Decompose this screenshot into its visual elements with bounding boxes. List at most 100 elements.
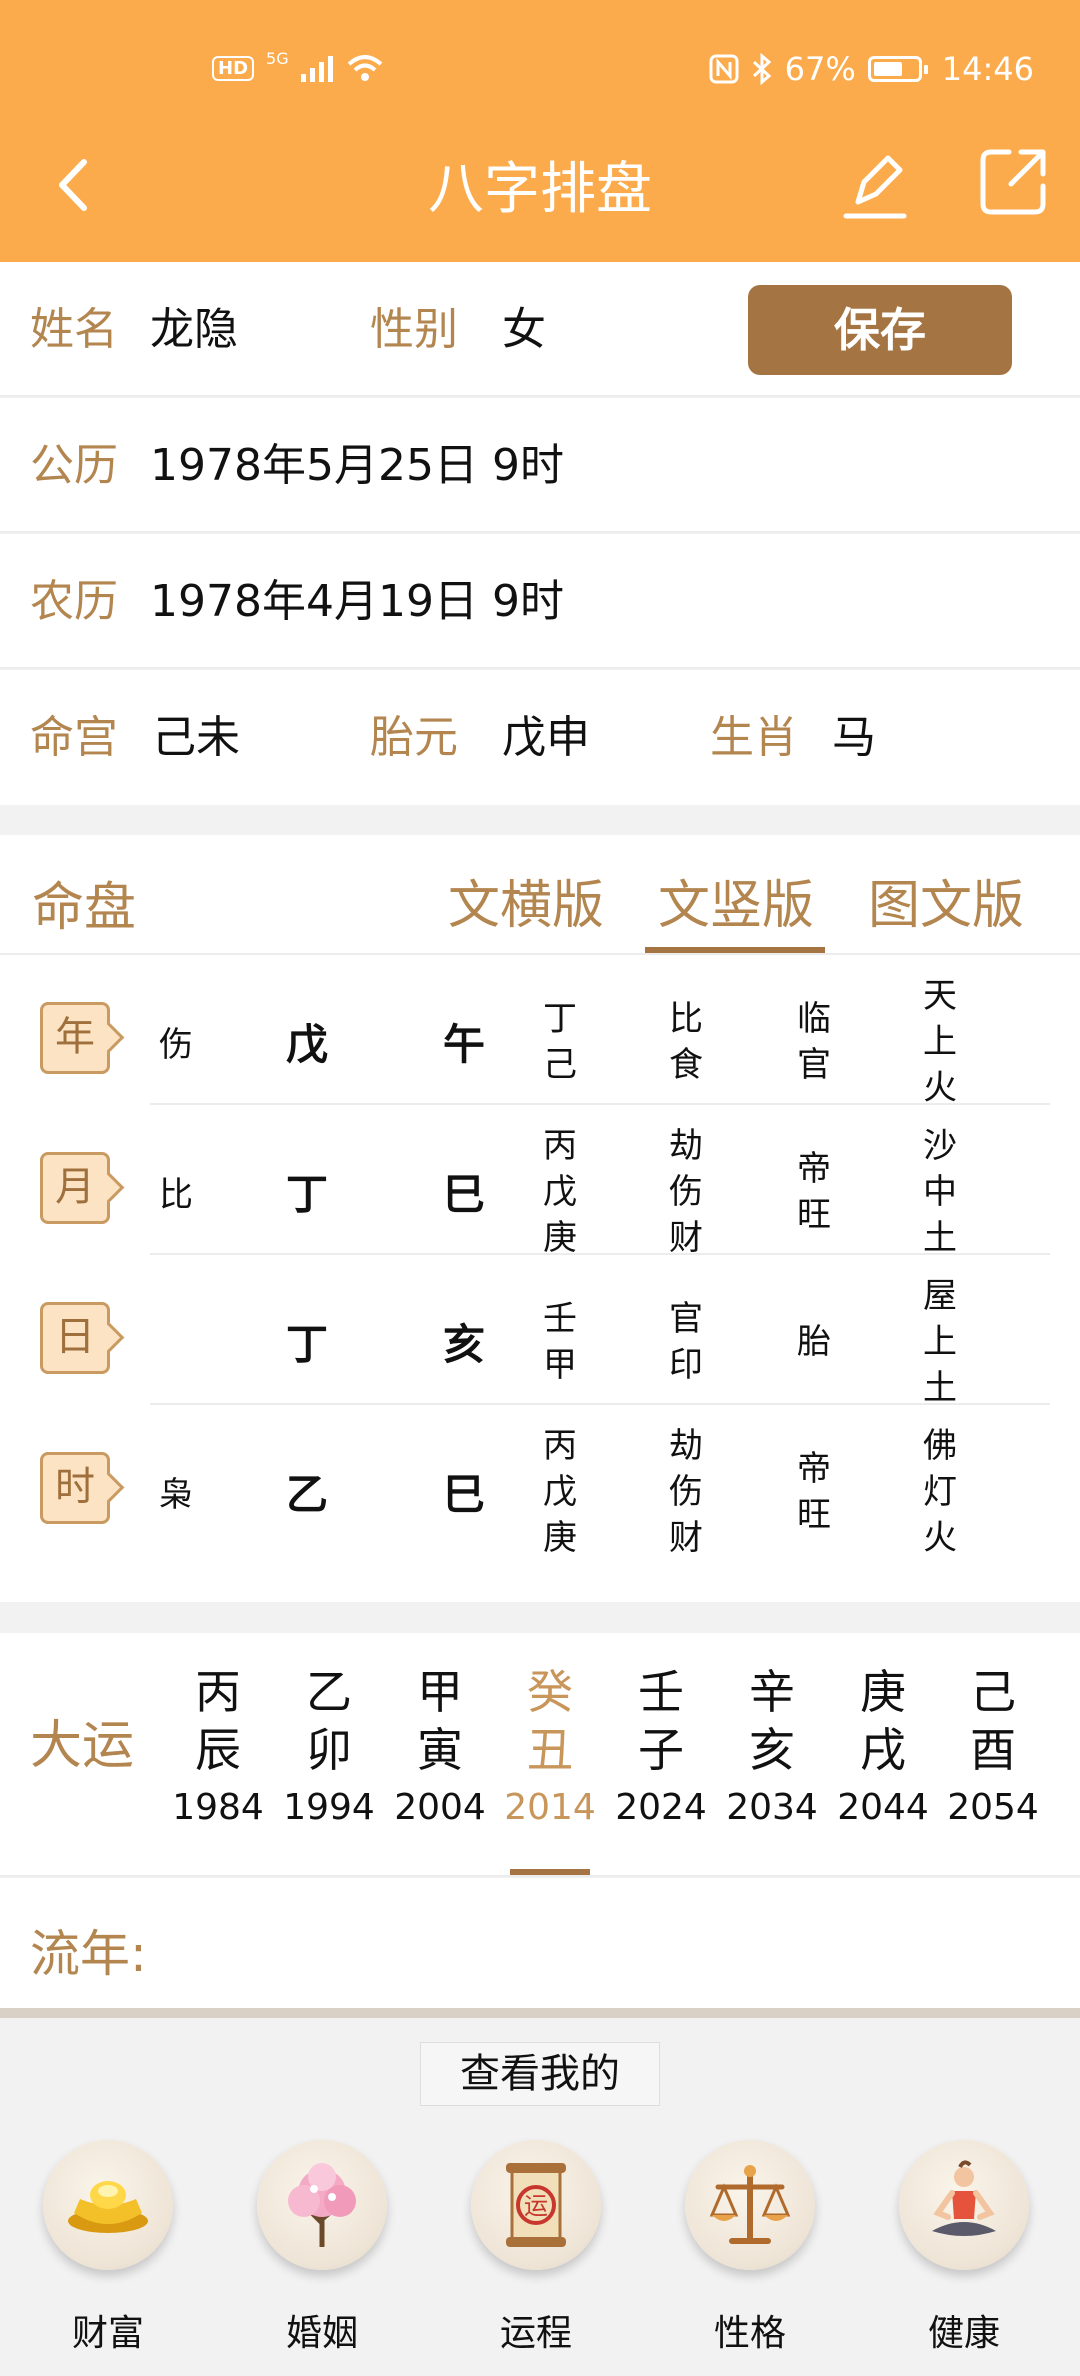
minggong-label: 命宫 (30, 712, 118, 763)
palace-row: 命宫 己未 胎元 戊申 生肖 马 (0, 670, 1080, 805)
dizhi-cell: 巳 (442, 1170, 485, 1219)
bluetooth-icon (752, 53, 771, 85)
nayin-stack: 天上火 (910, 967, 970, 1117)
nayin-char: 屋 (923, 1276, 957, 1316)
dizhi-cell: 亥 (442, 1320, 485, 1369)
dayun-zhi: 子 (638, 1723, 684, 1777)
solar-label: 公历 (30, 440, 118, 491)
dayun-year: 1984 (172, 1787, 264, 1828)
canggan-shishen-stack: 劫伤财 (656, 1117, 716, 1267)
dizhi-cell: 午 (442, 1020, 485, 1069)
canggan-shishen-stack: 劫伤财 (656, 1417, 716, 1567)
feature-character[interactable]: 性格 (680, 2140, 820, 2356)
dayun-item[interactable]: 乙卯 1994 (279, 1663, 379, 1837)
canggan-stack: 丙戊庚 (530, 1417, 590, 1567)
changsheng-char: 帝 (797, 1449, 831, 1489)
dayun-label: 大运 (30, 1716, 135, 1776)
dayun-year: 1994 (283, 1787, 375, 1828)
shengxiao-label: 生肖 (710, 712, 798, 763)
canggan-stack: 丙戊庚 (530, 1117, 590, 1267)
pillar-tag: 时 (40, 1452, 110, 1524)
name-value: 龙隐 (150, 304, 238, 355)
battery-percent: 67% (784, 50, 856, 88)
canggan-shishen-char: 劫 (669, 1426, 703, 1466)
tab-horizontal[interactable]: 文横版 (448, 863, 604, 938)
shengxiao-value: 马 (832, 712, 876, 763)
dayun-zhi: 辰 (195, 1723, 241, 1777)
feature-health[interactable]: 健康 (894, 2140, 1034, 2356)
divider (0, 2008, 1080, 2018)
share-button[interactable] (975, 144, 1051, 220)
dayun-item[interactable]: 辛亥 2034 (722, 1663, 822, 1837)
tiangan-cell: 乙 (285, 1470, 328, 1519)
changsheng-char: 胎 (797, 1322, 831, 1362)
signal-icon (300, 54, 333, 82)
dayun-gan: 壬 (638, 1665, 684, 1719)
feature-wealth[interactable]: 财富 (38, 2140, 178, 2356)
feature-health-label: 健康 (927, 2313, 1000, 2354)
nayin-char: 中 (923, 1172, 957, 1212)
dayun-year: 2044 (837, 1787, 929, 1828)
gold-ingot-icon (43, 2140, 173, 2270)
feature-fortune[interactable]: 运 运程 (466, 2140, 606, 2356)
dayun-zhi: 亥 (749, 1723, 795, 1777)
blossom-tree-icon (257, 2140, 387, 2270)
canggan-stack: 丁己 (530, 967, 590, 1117)
battery-fill (873, 62, 902, 76)
canggan-char: 丁 (543, 999, 577, 1039)
nayin-char: 天 (923, 976, 957, 1016)
mingpan-card: 命盘 文横版 文竖版 图文版 年伤戊午丁己比食临官天上火月比丁巳丙戊庚劫伤财帝旺… (0, 835, 1080, 1602)
solar-row: 公历 1978年5月25日 9时 (0, 398, 1080, 533)
liunian-label: 流年: (30, 1925, 147, 1983)
edit-button[interactable] (838, 142, 918, 222)
shishen-cell: 伤 (159, 1025, 193, 1065)
tab-illustrated[interactable]: 图文版 (868, 863, 1024, 938)
dayun-zhi: 寅 (417, 1723, 463, 1777)
canggan-shishen-char: 官 (669, 1299, 703, 1339)
dayun-item[interactable]: 壬子 2024 (611, 1663, 711, 1837)
dayun-gan: 辛 (749, 1665, 795, 1719)
nayin-char: 佛 (923, 1426, 957, 1466)
tiangan-cell: 丁 (285, 1320, 328, 1369)
changsheng-stack: 帝旺 (784, 1117, 844, 1267)
nayin-char: 灯 (923, 1472, 957, 1512)
canggan-shishen-char: 印 (669, 1345, 703, 1385)
hd-icon: HD (212, 55, 255, 81)
dayun-gan: 癸 (527, 1665, 573, 1719)
taiyuan-label: 胎元 (370, 712, 458, 763)
canggan-shishen-stack: 比食 (656, 967, 716, 1117)
dayun-item[interactable]: 己酉 2054 (943, 1663, 1043, 1837)
dayun-year: 2014 (504, 1787, 596, 1828)
wifi-icon (347, 55, 382, 81)
dayun-year: 2054 (947, 1787, 1039, 1828)
canggan-stack: 壬甲 (530, 1267, 590, 1417)
dayun-item[interactable]: 癸丑 2014 (500, 1663, 600, 1837)
fortune-scroll-icon: 运 (471, 2140, 601, 2270)
dayun-item[interactable]: 庚戌 2044 (833, 1663, 933, 1837)
nayin-char: 上 (923, 1022, 957, 1062)
pillar-row-month: 月比丁巳丙戊庚劫伤财帝旺沙中土 (0, 1105, 1080, 1258)
balance-scale-icon (685, 2140, 815, 2270)
canggan-shishen-char: 比 (669, 999, 703, 1039)
active-tab-indicator (645, 947, 825, 953)
pillar-row-hour: 时 枭 乙 巳 丙戊庚 劫伤财 帝旺 佛灯火 (0, 1405, 1080, 1558)
tiangan-cell: 戊 (285, 1020, 328, 1069)
tab-vertical[interactable]: 文竖版 (658, 863, 814, 938)
shishen-cell: 比 (159, 1175, 193, 1215)
canggan-char: 戊 (543, 1472, 577, 1512)
name-row: 姓名 龙隐 性别 女 保存 (0, 262, 1080, 397)
nayin-char: 沙 (923, 1126, 957, 1166)
canggan-char: 丙 (543, 1426, 577, 1466)
pillar-row-year: 年伤戊午丁己比食临官天上火 (0, 955, 1080, 1108)
dayun-item[interactable]: 丙辰 1984 (168, 1663, 268, 1837)
changsheng-char: 官 (797, 1045, 831, 1085)
feature-marriage[interactable]: 婚姻 (252, 2140, 392, 2356)
bottom-panel: 查看我的 财富 婚姻 运 运程 性格 健康 (0, 2018, 1080, 2376)
dayun-zhi: 酉 (970, 1723, 1016, 1777)
canggan-char: 壬 (543, 1299, 577, 1339)
save-button[interactable]: 保存 (748, 285, 1012, 375)
dayun-year: 2024 (615, 1787, 707, 1828)
minggong-value: 己未 (152, 712, 240, 763)
fortune-scroll-glyph: 运 (524, 2192, 548, 2220)
dayun-item[interactable]: 甲寅 2004 (390, 1663, 490, 1837)
